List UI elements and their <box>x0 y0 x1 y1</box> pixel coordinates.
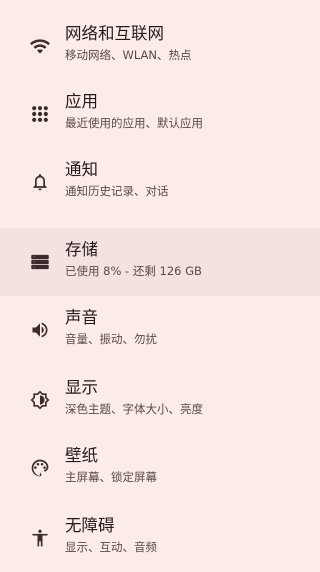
volume-icon <box>28 318 52 342</box>
settings-item-title: 通知 <box>65 160 98 179</box>
settings-item-display[interactable]: 显示 深色主题、字体大小、亮度 <box>0 366 320 434</box>
settings-item-summary: 显示、互动、音频 <box>65 540 157 554</box>
settings-item-title: 应用 <box>65 92 98 111</box>
apps-grid-icon <box>28 102 52 126</box>
settings-item-title: 声音 <box>65 308 98 327</box>
wifi-icon <box>28 34 52 58</box>
settings-item-title: 无障碍 <box>65 516 115 535</box>
settings-item-apps[interactable]: 应用 最近使用的应用、默认应用 <box>0 80 320 148</box>
settings-item-network[interactable]: 网络和互联网 移动网络、WLAN、热点 <box>0 12 320 80</box>
settings-item-summary: 主屏幕、锁定屏幕 <box>65 470 157 484</box>
settings-item-summary: 最近使用的应用、默认应用 <box>65 116 203 130</box>
accessibility-icon <box>28 526 52 550</box>
settings-item-wallpaper[interactable]: 壁纸 主屏幕、锁定屏幕 <box>0 434 320 502</box>
palette-icon <box>28 456 52 480</box>
brightness-icon <box>28 388 52 412</box>
settings-item-summary: 深色主题、字体大小、亮度 <box>65 402 203 416</box>
settings-item-sound[interactable]: 声音 音量、振动、勿扰 <box>0 296 320 364</box>
settings-item-title: 存储 <box>65 240 98 259</box>
settings-item-summary: 音量、振动、勿扰 <box>65 332 157 346</box>
storage-icon <box>28 250 52 274</box>
settings-item-summary: 通知历史记录、对话 <box>65 184 169 198</box>
settings-item-title: 显示 <box>65 378 98 397</box>
settings-item-accessibility[interactable]: 无障碍 显示、互动、音频 <box>0 504 320 572</box>
settings-item-summary: 移动网络、WLAN、热点 <box>65 48 192 62</box>
bell-icon <box>28 170 52 194</box>
settings-item-title: 壁纸 <box>65 446 98 465</box>
settings-list: 网络和互联网 移动网络、WLAN、热点 应用 最近使用的应用、默认应用 通知 通… <box>0 0 320 567</box>
settings-item-summary: 已使用 8% - 还剩 126 GB <box>65 264 202 278</box>
settings-item-title: 网络和互联网 <box>65 24 164 43</box>
settings-item-notifications[interactable]: 通知 通知历史记录、对话 <box>0 148 320 216</box>
settings-item-storage[interactable]: 存储 已使用 8% - 还剩 126 GB <box>0 228 320 296</box>
